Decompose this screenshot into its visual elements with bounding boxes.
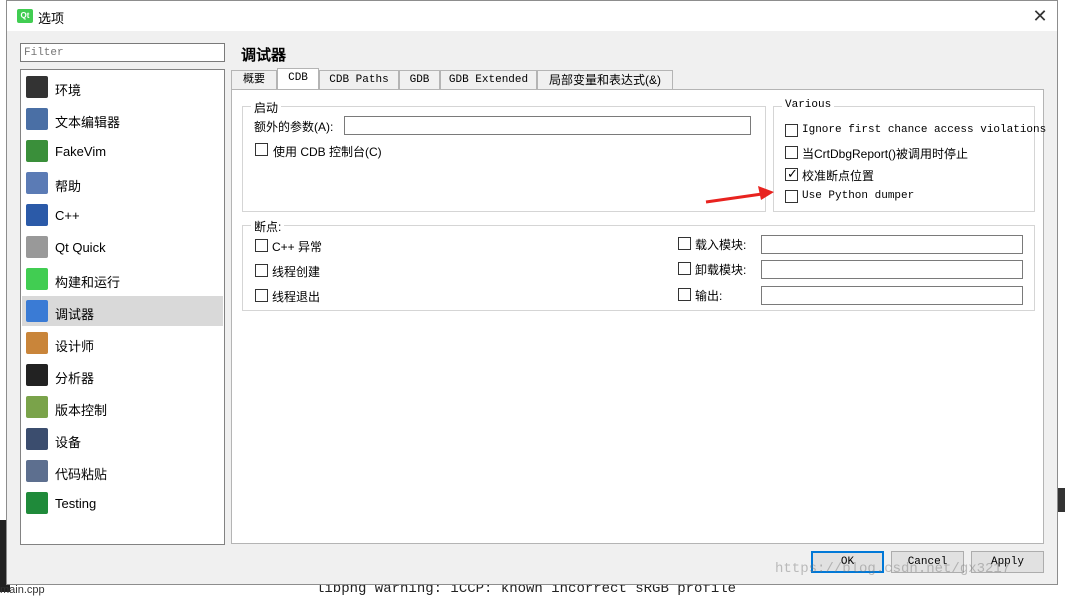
various-group: Various Ignore first chance access viola… <box>773 99 1046 212</box>
cpp-exception-label: C++ 异常 <box>272 240 323 254</box>
sidebar-item-2[interactable]: FakeVim <box>22 136 223 166</box>
sidebar-item-label: FakeVim <box>55 144 107 159</box>
breakpoints-group: 断点: C++ 异常 线程创建 线程退出 载入模块: 卸载模块: 输出: <box>242 218 1035 311</box>
use-python-dumper-checkbox[interactable] <box>785 190 798 203</box>
sidebar-item-label: 设计师 <box>55 339 95 354</box>
category-icon <box>26 428 48 450</box>
window-title: 选项 <box>38 11 65 26</box>
extra-args-label: 额外的参数(A): <box>254 120 334 134</box>
category-icon <box>26 396 48 418</box>
sidebar-item-label: 调试器 <box>55 307 95 322</box>
category-icon <box>26 268 48 290</box>
sidebar-item-label: 代码粘贴 <box>55 467 108 482</box>
title-bar: Qt 选项 ✕ <box>7 1 1057 31</box>
cdb-settings-panel: 启动 额外的参数(A): 使用 CDB 控制台(C) Various Ignor… <box>231 89 1046 544</box>
sidebar-item-label: 文本编辑器 <box>55 115 121 130</box>
ignore-first-chance-checkbox[interactable] <box>785 124 798 137</box>
use-cdb-console-checkbox[interactable] <box>255 143 268 156</box>
sidebar-item-6[interactable]: 构建和运行 <box>22 264 223 294</box>
sidebar-item-label: 构建和运行 <box>55 275 121 290</box>
various-group-title: Various <box>782 99 835 111</box>
sidebar-item-label: C++ <box>55 208 80 223</box>
red-arrow-annotation <box>705 186 774 204</box>
sidebar-item-9[interactable]: 分析器 <box>22 360 223 390</box>
module-unload-checkbox[interactable] <box>678 262 691 275</box>
category-icon <box>26 364 48 386</box>
category-icon <box>26 140 48 162</box>
category-icon <box>26 108 48 130</box>
ignore-first-chance-label: Ignore first chance access violations <box>802 124 1047 136</box>
startup-group-title: 启动 <box>251 99 282 116</box>
options-dialog: Qt 选项 ✕ 环境文本编辑器 FakeVim 帮助 C++ Qt Quick 构建和运行… <box>6 0 1058 585</box>
module-load-label: 载入模块: <box>695 238 747 252</box>
category-icon <box>26 204 48 226</box>
background-file-tab: main.cpp <box>0 584 45 596</box>
category-sidebar: 环境文本编辑器 FakeVim 帮助 C++ Qt Quick 构建和运行调试器设计师分析… <box>20 69 225 545</box>
tab-gdb[interactable]: GDB <box>399 70 440 90</box>
close-button[interactable]: ✕ <box>1025 5 1055 27</box>
correct-breakpoint-checkbox[interactable]: ✓ <box>785 166 798 181</box>
sidebar-item-label: Qt Quick <box>55 240 106 255</box>
tab-gdb-extended[interactable]: GDB Extended <box>440 70 537 90</box>
output-checkbox[interactable] <box>678 288 691 301</box>
sidebar-item-5[interactable]: Qt Quick <box>22 232 223 262</box>
background-scrollbar <box>1058 488 1065 512</box>
startup-group: 启动 额外的参数(A): 使用 CDB 控制台(C) <box>242 99 766 212</box>
output-input[interactable] <box>761 286 1023 305</box>
module-load-checkbox[interactable] <box>678 237 691 250</box>
tab-overview[interactable]: 概要 <box>231 70 277 90</box>
thread-create-checkbox[interactable] <box>255 264 268 277</box>
sidebar-item-12[interactable]: 代码粘贴 <box>22 456 223 486</box>
category-icon <box>26 236 48 258</box>
watermark-text: https://blog.csdn.net/gx3217 <box>775 561 1011 577</box>
qt-app-icon: Qt <box>17 9 33 23</box>
breakpoints-group-title: 断点: <box>251 218 285 235</box>
tab-locals-expressions[interactable]: 局部变量和表达式(&) <box>537 70 673 90</box>
sidebar-item-10[interactable]: 版本控制 <box>22 392 223 422</box>
sidebar-item-label: Testing <box>55 496 97 511</box>
sidebar-item-0[interactable]: 环境 <box>22 72 223 102</box>
output-label: 输出: <box>695 289 723 303</box>
sidebar-item-label: 版本控制 <box>55 403 108 418</box>
stop-crtdbgreport-label: 当CrtDbgReport()被调用时停止 <box>802 147 969 161</box>
tab-cdb[interactable]: CDB <box>277 68 319 91</box>
sidebar-item-8[interactable]: 设计师 <box>22 328 223 358</box>
use-python-dumper-label: Use Python dumper <box>802 190 915 202</box>
use-cdb-console-label: 使用 CDB 控制台(C) <box>273 145 382 159</box>
module-load-input[interactable] <box>761 235 1023 254</box>
sidebar-item-13[interactable]: Testing <box>22 488 223 518</box>
sidebar-item-label: 帮助 <box>55 179 82 194</box>
sidebar-item-label: 设备 <box>55 435 82 450</box>
thread-create-label: 线程创建 <box>272 265 321 279</box>
sidebar-item-4[interactable]: C++ <box>22 200 223 230</box>
thread-exit-label: 线程退出 <box>272 290 321 304</box>
cpp-exception-checkbox[interactable] <box>255 239 268 252</box>
thread-exit-checkbox[interactable] <box>255 289 268 302</box>
sidebar-item-label: 分析器 <box>55 371 95 386</box>
category-icon <box>26 492 48 514</box>
check-mark-icon: ✓ <box>787 166 798 181</box>
sidebar-item-1[interactable]: 文本编辑器 <box>22 104 223 134</box>
category-icon <box>26 332 48 354</box>
category-icon <box>26 460 48 482</box>
correct-breakpoint-label: 校准断点位置 <box>802 169 875 183</box>
category-icon <box>26 300 48 322</box>
sidebar-item-7[interactable]: 调试器 <box>22 296 223 326</box>
module-unload-label: 卸载模块: <box>695 263 747 277</box>
extra-args-input[interactable] <box>344 116 751 135</box>
category-icon <box>26 172 48 194</box>
sidebar-item-11[interactable]: 设备 <box>22 424 223 454</box>
page-title: 调试器 <box>241 47 287 64</box>
stop-crtdbgreport-checkbox[interactable] <box>785 146 798 159</box>
category-icon <box>26 76 48 98</box>
filter-input[interactable] <box>20 43 225 62</box>
sidebar-item-3[interactable]: 帮助 <box>22 168 223 198</box>
module-unload-input[interactable] <box>761 260 1023 279</box>
tab-cdb-paths[interactable]: CDB Paths <box>319 70 399 90</box>
sidebar-item-label: 环境 <box>55 83 82 98</box>
